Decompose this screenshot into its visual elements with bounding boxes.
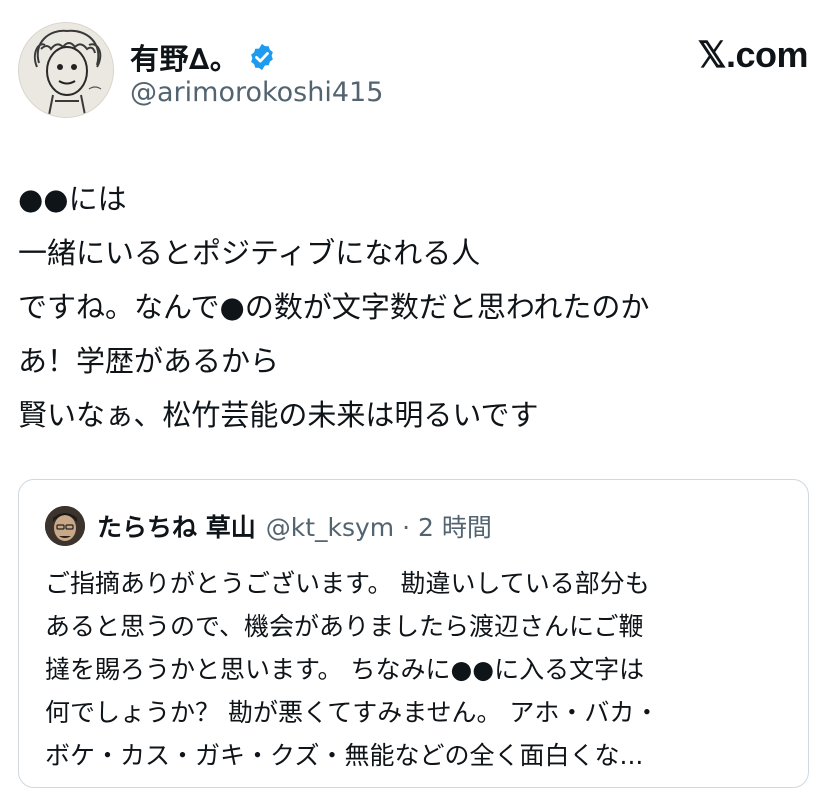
- author-handle[interactable]: @arimorokoshi415: [130, 77, 383, 108]
- quoted-line: ボケ・カス・ガキ・クズ・無能などの全く面白くな...: [45, 741, 644, 770]
- quoted-tweet-header: たらちね 草山 @kt_ksym · 2 時間: [45, 506, 492, 546]
- x-logo-icon[interactable]: 𝕏.com: [697, 34, 808, 76]
- quoted-line: あると思うので、機会がありましたら渡辺さんにご鞭: [45, 612, 644, 641]
- author-name-row: 有野∆。: [130, 36, 277, 78]
- quoted-tweet-text: ご指摘ありがとうございます。 勘違いしている部分も あると思うので、機会がありま…: [45, 562, 785, 777]
- tweet-line: あ！学歴があるから: [18, 344, 280, 378]
- tweet-line: 賢いなぁ、松竹芸能の未来は明るいです: [18, 398, 539, 432]
- tweet-text: ●●には 一緒にいるとポジティブになれる人 ですね。なんで●の数が文字数だと思わ…: [18, 172, 808, 442]
- author-display-name[interactable]: 有野∆。: [130, 36, 239, 78]
- tweet-line: ●●には: [18, 182, 127, 216]
- quoted-line: ご指摘ありがとうございます。 勘違いしている部分も: [45, 569, 650, 598]
- quoted-author-avatar[interactable]: [45, 506, 85, 546]
- tweet-line: 一緒にいるとポジティブになれる人: [18, 236, 481, 270]
- author-avatar[interactable]: [18, 22, 114, 118]
- tweet-header: 有野∆。 @arimorokoshi415 𝕏.com: [18, 22, 808, 122]
- photo-avatar-image: [45, 506, 85, 546]
- quoted-author-handle-time: @kt_ksym · 2 時間: [265, 513, 492, 542]
- sketch-portrait-image: [19, 23, 113, 117]
- quoted-line: 撻を賜ろうかと思います。 ちなみに●●に入る文字は: [45, 655, 645, 684]
- tweet-line: ですね。なんで●の数が文字数だと思われたのか: [18, 290, 650, 324]
- quoted-line: 何でしょうか？ 勘が悪くてすみません。 アホ・バカ・: [45, 698, 660, 727]
- quoted-tweet-card[interactable]: たらちね 草山 @kt_ksym · 2 時間 ご指摘ありがとうございます。 勘…: [18, 479, 809, 788]
- verified-badge-icon: [251, 43, 274, 71]
- quoted-author-name[interactable]: たらちね 草山: [97, 508, 256, 544]
